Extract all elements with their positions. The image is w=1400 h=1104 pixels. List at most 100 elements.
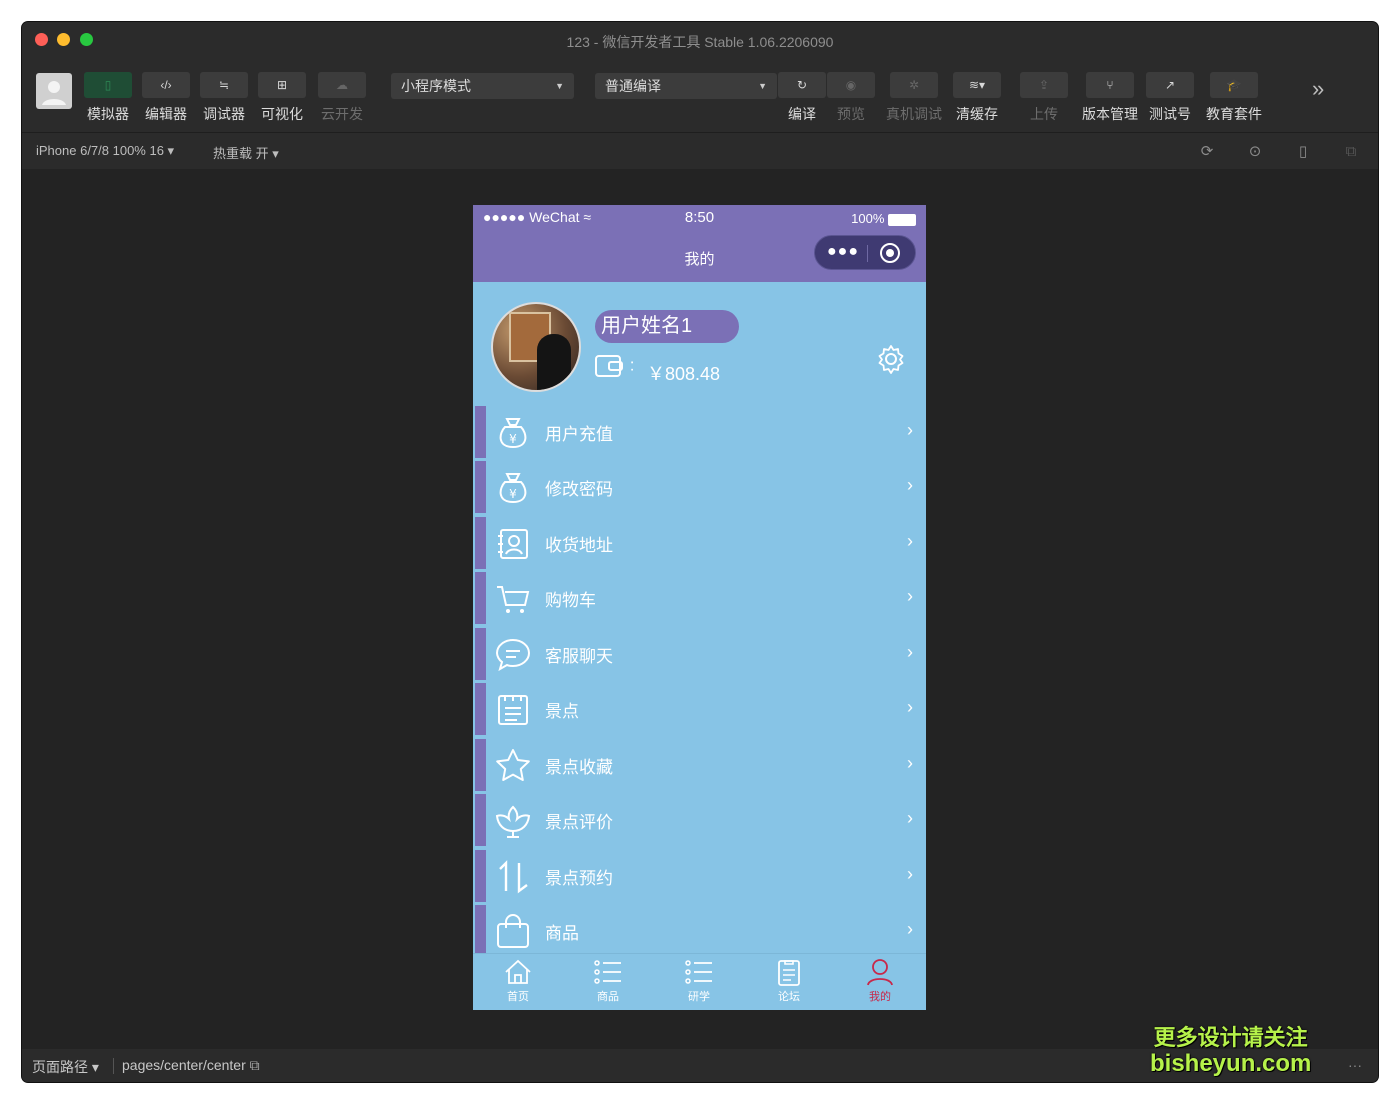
- menu-item-accent: [475, 406, 486, 458]
- sliders-icon: ≒: [200, 72, 248, 98]
- more-dots-icon[interactable]: ●●●: [827, 244, 859, 260]
- simulator-canvas: ●●●●● WeChat ≈ 8:50 100% 我的 ●●● 用户姓名1: …: [22, 169, 1378, 1049]
- window-detach-icon[interactable]: ⧉: [1342, 143, 1360, 161]
- menu-item-label: 客服聊天: [545, 647, 613, 666]
- page-path-label: 页面路径: [32, 1059, 88, 1075]
- upload-label: 上传: [1030, 106, 1058, 122]
- branch-icon: ⑂: [1086, 72, 1134, 98]
- editor-label: 编辑器: [145, 106, 187, 122]
- test-account-button[interactable]: ↗ 测试号: [1146, 72, 1194, 124]
- simulator-bar: iPhone 6/7/8 100% 16 ▾ 热重载 开 ▾ ⟳ ⊙ ▯ ⧉: [22, 132, 1378, 170]
- cloud-label: 云开发: [321, 106, 363, 122]
- menu-item-recharge[interactable]: ¥ 用户充值 ›: [475, 406, 923, 458]
- menu-item-favorites[interactable]: 景点收藏 ›: [475, 739, 923, 791]
- chevron-right-icon: ›: [907, 420, 913, 440]
- avatar[interactable]: [491, 302, 581, 392]
- account-avatar[interactable]: [36, 73, 72, 109]
- upload-button[interactable]: ⇪ 上传: [1020, 72, 1068, 124]
- tab-products[interactable]: 商品: [578, 958, 638, 1004]
- tab-forum[interactable]: 论坛: [759, 958, 819, 1004]
- tab-mine[interactable]: 我的: [850, 958, 910, 1004]
- capsule-divider: [867, 245, 868, 262]
- battery-icon: [888, 213, 916, 226]
- menu-item-attractions[interactable]: 景点 ›: [475, 683, 923, 735]
- preview-button[interactable]: ◉ 预览: [827, 72, 875, 124]
- wallet-colon: :: [629, 355, 635, 375]
- cloud-button[interactable]: ☁ 云开发: [318, 72, 366, 124]
- menu-item-accent: [475, 461, 486, 513]
- device-value: iPhone 6/7/8 100% 16: [36, 143, 164, 158]
- person-icon: [42, 81, 66, 105]
- list-board-icon: [498, 695, 528, 725]
- mode-select[interactable]: 小程序模式 ▼: [391, 73, 574, 99]
- menu-item-change-password[interactable]: ¥ 修改密码 ›: [475, 461, 923, 513]
- close-target-icon[interactable]: [880, 243, 900, 263]
- menu-capsule[interactable]: ●●●: [814, 235, 916, 270]
- version-label: 版本管理: [1082, 106, 1138, 122]
- edu-label: 教育套件: [1206, 106, 1262, 122]
- more-icon[interactable]: ···: [1348, 1057, 1362, 1073]
- hot-reload-value: 热重载 开: [213, 146, 269, 161]
- compile-select[interactable]: 普通编译 ▼: [595, 73, 777, 99]
- money-bag-icon: ¥: [499, 473, 527, 504]
- chevron-right-icon: ›: [907, 919, 913, 939]
- list-icon: [685, 960, 712, 984]
- tab-study[interactable]: 研学: [669, 958, 729, 1004]
- balance-value: ￥808.48: [647, 364, 721, 384]
- clear-cache-button[interactable]: ≋▾ 清缓存: [953, 72, 1001, 124]
- wechat-nav-bar: ●●●●● WeChat ≈ 8:50 100% 我的 ●●●: [473, 205, 926, 282]
- device-select[interactable]: iPhone 6/7/8 100% 16 ▾: [36, 143, 174, 159]
- tab-label: 研学: [688, 991, 710, 1003]
- version-button[interactable]: ⑂ 版本管理: [1082, 72, 1138, 124]
- editor-button[interactable]: ‹/› 编辑器: [142, 72, 190, 124]
- menu-item-chat[interactable]: 客服聊天 ›: [475, 628, 923, 680]
- chevron-right-icon: ›: [907, 697, 913, 717]
- phone-screen: ●●●●● WeChat ≈ 8:50 100% 我的 ●●● 用户姓名1: …: [473, 205, 926, 1010]
- money-bag-icon: ¥: [499, 418, 527, 449]
- tab-label: 商品: [597, 991, 619, 1003]
- compile-button[interactable]: ↻ 编译: [778, 72, 826, 124]
- visual-button[interactable]: ⊞ 可视化: [258, 72, 306, 124]
- svg-text:¥: ¥: [509, 432, 517, 446]
- chevron-right-icon: ›: [907, 753, 913, 773]
- star-icon: [496, 749, 530, 781]
- compile-label: 编译: [788, 106, 816, 122]
- menu-item-booking[interactable]: 景点预约 ›: [475, 850, 923, 902]
- battery-percent: 100%: [851, 211, 885, 226]
- menu-item-address[interactable]: 收货地址 ›: [475, 517, 923, 569]
- gear-icon[interactable]: [876, 344, 906, 374]
- real-debug-button[interactable]: ✲ 真机调试: [886, 72, 942, 124]
- chevron-right-icon: ›: [907, 531, 913, 551]
- watermark-line2: bisheyun.com: [1150, 1050, 1312, 1077]
- username-badge: 用户姓名1: [595, 310, 739, 343]
- copy-icon[interactable]: ⧉: [250, 1057, 260, 1073]
- menu-item-cart[interactable]: 购物车 ›: [475, 572, 923, 624]
- debugger-label: 调试器: [203, 106, 245, 122]
- edu-button[interactable]: 🎓 教育套件: [1206, 72, 1262, 124]
- phone-device-icon[interactable]: ▯: [1294, 143, 1312, 161]
- menu-item-accent: [475, 517, 486, 569]
- menu-item-label: 景点评价: [545, 813, 613, 832]
- tab-label: 首页: [507, 991, 529, 1003]
- tab-home[interactable]: 首页: [488, 958, 548, 1004]
- bug-icon: ✲: [890, 72, 938, 98]
- page-path-select[interactable]: 页面路径 ▾: [32, 1057, 99, 1077]
- menu-item-products[interactable]: 商品 ›: [475, 905, 923, 957]
- address-card-icon: [498, 529, 528, 559]
- menu-item-label: 景点预约: [545, 869, 613, 888]
- chevron-right-icon: ›: [907, 586, 913, 606]
- menu-item-accent: [475, 572, 486, 624]
- stop-record-icon[interactable]: ⊙: [1246, 143, 1264, 161]
- more-chevron-icon[interactable]: »: [1312, 76, 1324, 102]
- simulator-button[interactable]: ▯ 模拟器: [84, 72, 132, 124]
- page-path-value: pages/center/center ⧉: [122, 1057, 260, 1074]
- menu-item-reviews[interactable]: 景点评价 ›: [475, 794, 923, 846]
- svg-text:¥: ¥: [509, 487, 517, 501]
- watermark-line1: 更多设计请关注: [1153, 1025, 1308, 1050]
- phone-icon: ▯: [84, 72, 132, 98]
- menu-item-label: 修改密码: [545, 480, 613, 499]
- hot-reload-select[interactable]: 热重载 开 ▾: [213, 143, 279, 162]
- rotate-icon[interactable]: ⟳: [1198, 143, 1216, 161]
- debugger-button[interactable]: ≒ 调试器: [200, 72, 248, 124]
- test-account-label: 测试号: [1149, 106, 1191, 122]
